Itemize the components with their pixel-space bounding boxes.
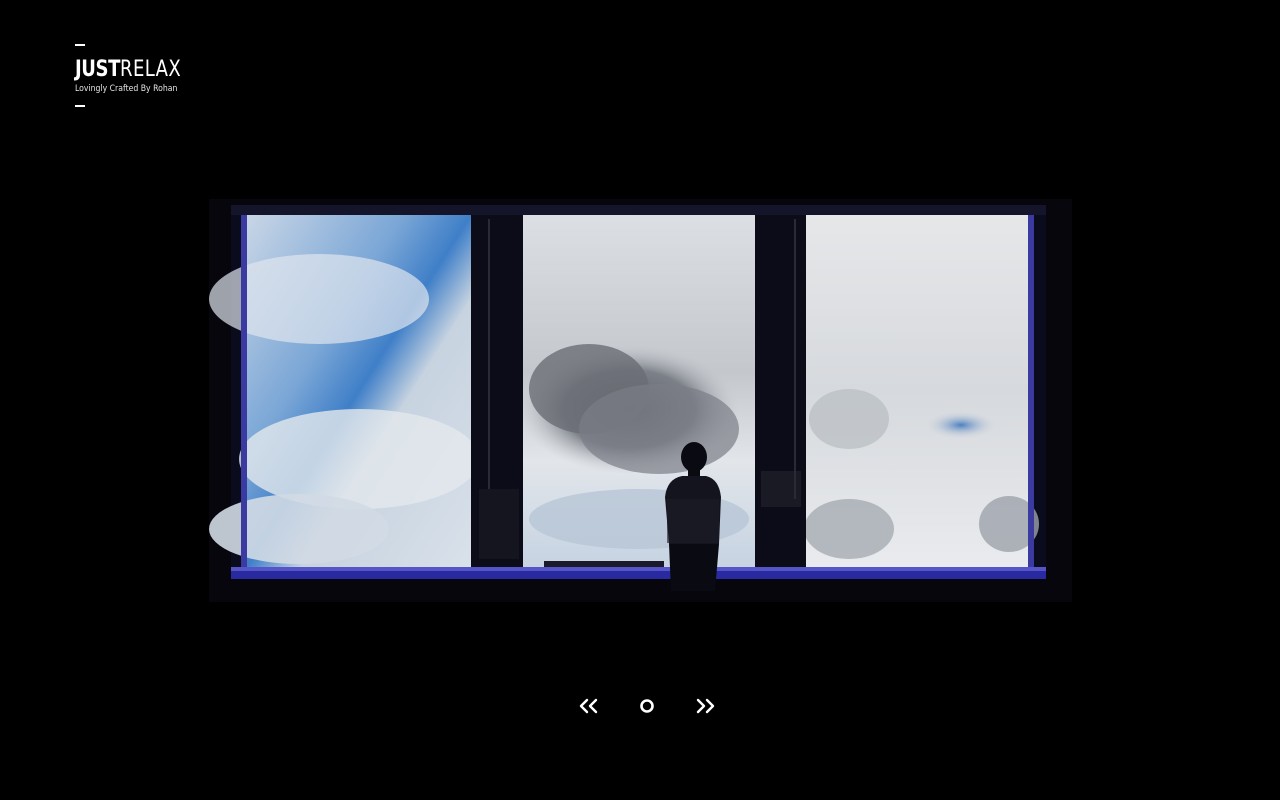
slide-image [209,199,1072,602]
double-chevron-right-icon [696,698,715,714]
play-pause-button[interactable] [632,690,662,722]
logo-dash-bottom [75,105,85,107]
window-silhouette-photo [209,199,1072,602]
page: JUSTRELAX Lovingly Crafted By Rohan [0,0,1280,800]
slideshow-controls [570,690,730,722]
prev-button[interactable] [574,690,604,722]
logo-tagline: Lovingly Crafted By Rohan [75,84,178,94]
logo-title-bold: JUST [75,57,121,82]
logo-title: JUSTRELAX [75,59,181,81]
double-chevron-left-icon [579,698,598,714]
circle-icon [640,699,654,713]
logo-title-light: RELAX [120,57,182,82]
logo-dash-top [75,44,85,46]
next-button[interactable] [690,690,720,722]
logo[interactable]: JUSTRELAX Lovingly Crafted By Rohan [75,44,204,107]
